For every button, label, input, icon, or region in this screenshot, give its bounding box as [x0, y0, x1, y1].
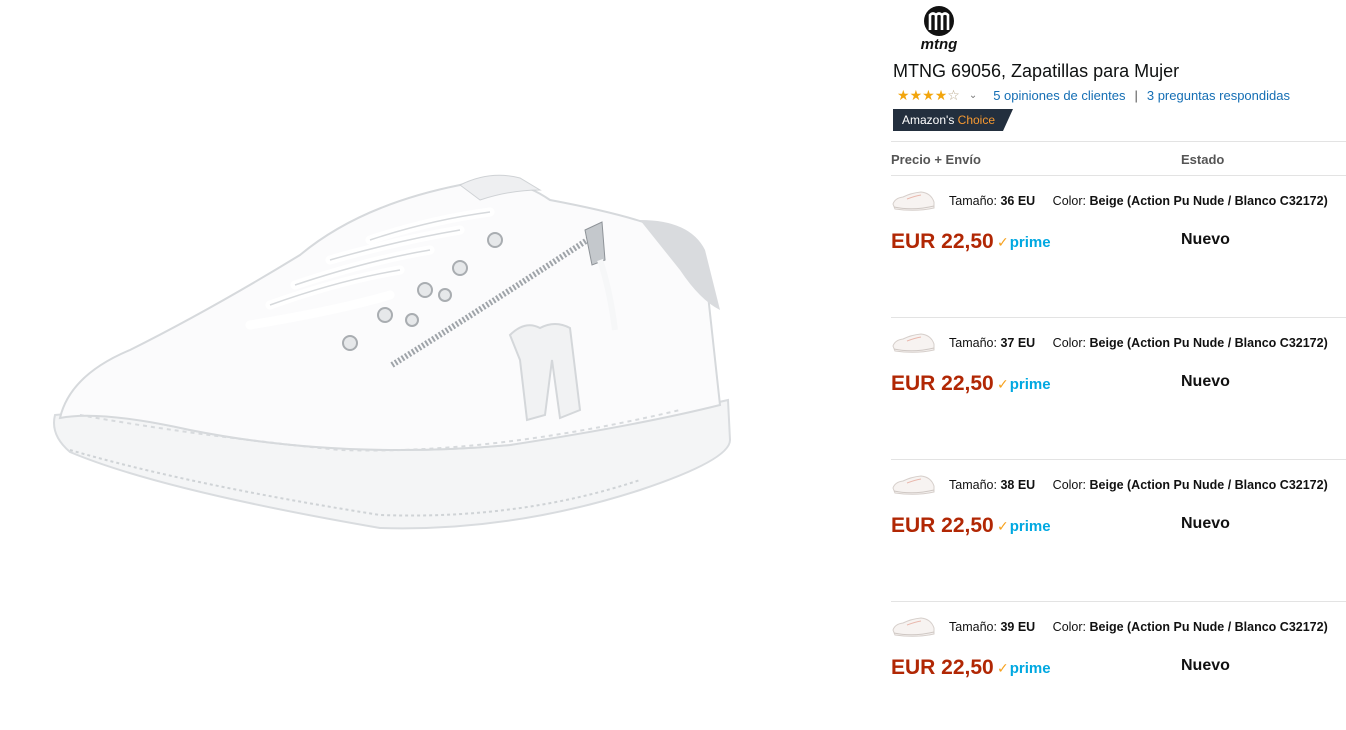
logo-text: mtng — [921, 36, 958, 52]
color-label: Color: — [1052, 478, 1087, 492]
offer-row: Tamaño: 38 EU Color: Beige (Action Pu Nu… — [891, 460, 1346, 570]
size-value: 39 EU — [1000, 620, 1036, 634]
color-value: Beige (Action Pu Nude / Blanco C32172) — [1089, 194, 1328, 208]
star-icon: ★ — [922, 87, 935, 103]
rating-row: ★ ★ ★ ★ ☆ ⌄ 5 opiniones de clientes | 3 preg… — [897, 87, 1290, 103]
prime-label: prime — [1009, 234, 1051, 251]
offer-row: Tamaño: 39 EU Color: Beige (Action Pu Nu… — [891, 602, 1346, 712]
badge-accent: Choice — [957, 113, 996, 127]
prime-badge: ✓prime — [997, 234, 1051, 251]
mtng-logo-icon[interactable]: mtng — [911, 4, 967, 52]
size-label: Tamaño: — [949, 194, 997, 208]
size-label: Tamaño: — [949, 336, 997, 350]
chevron-down-icon[interactable]: ⌄ — [969, 90, 977, 101]
offer-condition: Nuevo — [1181, 515, 1230, 532]
questions-link[interactable]: 3 preguntas respondidas — [1147, 88, 1290, 103]
color-label: Color: — [1052, 336, 1087, 350]
badge-prefix: Amazon's — [902, 113, 955, 127]
product-image-pane — [0, 0, 870, 730]
offer-condition: Nuevo — [1181, 657, 1230, 674]
offer-price[interactable]: EUR 22,50 — [891, 656, 994, 680]
offer-price[interactable]: EUR 22,50 — [891, 372, 994, 396]
price-column-header: Precio + Envío — [891, 152, 981, 167]
offer-condition: Nuevo — [1181, 373, 1230, 390]
prime-check-icon: ✓ — [997, 660, 1009, 676]
offer-attributes: Tamaño: 36 EU Color: Beige (Action Pu Nu… — [949, 194, 1328, 208]
size-label: Tamaño: — [949, 478, 997, 492]
star-icon: ★ — [909, 87, 923, 103]
product-image[interactable] — [40, 160, 750, 540]
prime-label: prime — [1009, 376, 1051, 393]
prime-check-icon: ✓ — [997, 518, 1009, 534]
reviews-link[interactable]: 5 opiniones de clientes — [993, 88, 1125, 103]
offer-row: Tamaño: 36 EU Color: Beige (Action Pu Nu… — [891, 176, 1346, 286]
star-icon: ☆ — [947, 87, 960, 103]
condition-column-header: Estado — [1181, 152, 1225, 167]
offer-thumbnail[interactable] — [891, 616, 936, 638]
prime-label: prime — [1009, 518, 1051, 535]
amazons-choice-badge: Amazon's Choice — [893, 109, 1014, 131]
size-value: 36 EU — [1000, 194, 1036, 208]
prime-check-icon: ✓ — [997, 234, 1009, 250]
prime-badge: ✓prime — [997, 376, 1051, 393]
offer-attributes: Tamaño: 39 EU Color: Beige (Action Pu Nu… — [949, 620, 1328, 634]
divider — [891, 141, 1346, 142]
size-value: 38 EU — [1000, 478, 1036, 492]
offer-condition: Nuevo — [1181, 231, 1230, 248]
color-label: Color: — [1052, 194, 1087, 208]
prime-check-icon: ✓ — [997, 376, 1009, 392]
color-value: Beige (Action Pu Nude / Blanco C32172) — [1089, 478, 1328, 492]
size-label: Tamaño: — [949, 620, 997, 634]
star-icon: ★ — [934, 87, 948, 103]
offer-price[interactable]: EUR 22,50 — [891, 230, 994, 254]
product-title[interactable]: MTNG 69056, Zapatillas para Mujer — [893, 61, 1179, 82]
offers-panel: mtng MTNG 69056, Zapatillas para Mujer ★… — [891, 0, 1346, 730]
size-value: 37 EU — [1000, 336, 1036, 350]
offer-thumbnail[interactable] — [891, 332, 936, 354]
offer-price[interactable]: EUR 22,50 — [891, 514, 994, 538]
offer-attributes: Tamaño: 37 EU Color: Beige (Action Pu Nu… — [949, 336, 1328, 350]
prime-badge: ✓prime — [997, 518, 1051, 535]
star-rating[interactable]: ★ ★ ★ ★ ☆ — [897, 88, 960, 102]
offer-thumbnail[interactable] — [891, 190, 936, 212]
color-value: Beige (Action Pu Nude / Blanco C32172) — [1089, 336, 1328, 350]
star-icon: ★ — [897, 87, 910, 103]
color-label: Color: — [1052, 620, 1087, 634]
color-value: Beige (Action Pu Nude / Blanco C32172) — [1089, 620, 1328, 634]
prime-label: prime — [1009, 660, 1051, 677]
offer-row: Tamaño: 37 EU Color: Beige (Action Pu Nu… — [891, 318, 1346, 428]
offer-attributes: Tamaño: 38 EU Color: Beige (Action Pu Nu… — [949, 478, 1328, 492]
prime-badge: ✓prime — [997, 660, 1051, 677]
separator: | — [1134, 87, 1138, 103]
offer-thumbnail[interactable] — [891, 474, 936, 496]
